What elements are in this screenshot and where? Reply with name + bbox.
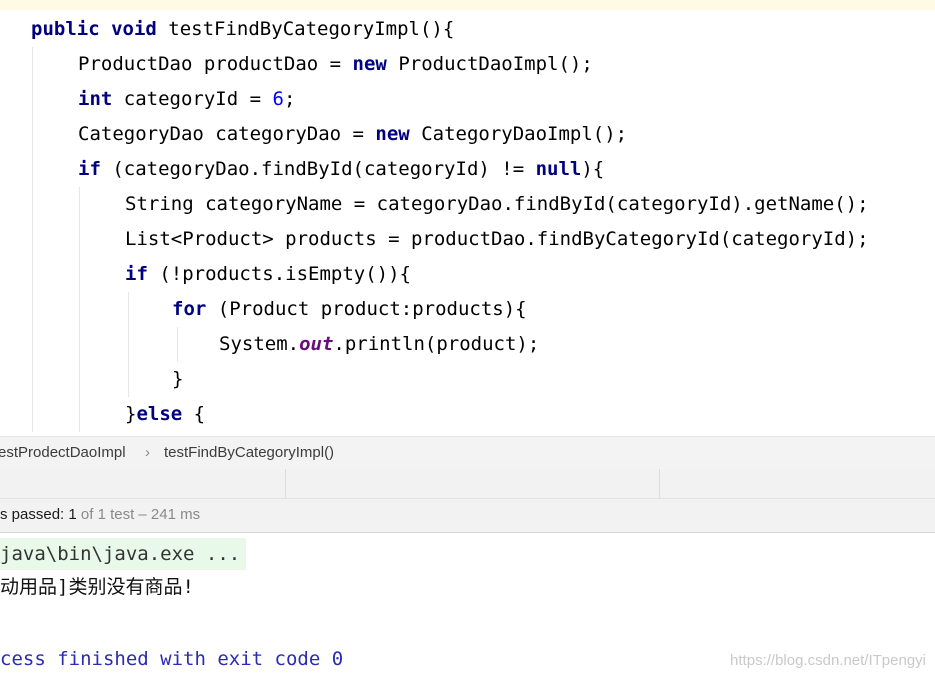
code-line[interactable]: ProductDao productDao = new ProductDaoIm… <box>78 47 593 82</box>
console-command-line[interactable]: java\bin\java.exe ... <box>0 538 247 570</box>
indent-guide <box>128 292 129 397</box>
tests-summary: of 1 test – 241 ms <box>76 506 201 523</box>
code-token: } <box>172 368 184 390</box>
run-toolbar <box>0 469 935 499</box>
current-line-highlight: @Test <box>0 0 935 10</box>
console-output[interactable]: java\bin\java.exe ... 动用品]类别没有商品! cess f… <box>0 533 935 677</box>
breadcrumb-class[interactable]: estProdectDaoImpl <box>0 437 126 468</box>
tests-passed-count: 1 <box>68 506 77 523</box>
static-field-token: out <box>299 333 334 355</box>
indent-guide <box>79 187 80 432</box>
code-line[interactable]: } <box>172 362 183 397</box>
console-exit-line: cess finished with exit code 0 <box>0 648 344 670</box>
code-line[interactable]: for (Product product:products){ <box>172 292 527 327</box>
code-token: String categoryName = categoryDao.findBy… <box>125 193 869 215</box>
code-line[interactable]: }else { <box>125 397 205 432</box>
keyword-token: for <box>172 298 207 320</box>
code-line[interactable]: System.out.println(product); <box>219 327 539 362</box>
code-token: ProductDao productDao = <box>78 53 353 75</box>
breadcrumb: estProdectDaoImpl › testFindByCategoryIm… <box>0 436 935 470</box>
code-token: (categoryDao.findById(categoryId) != <box>100 158 536 180</box>
code-token: .println(product); <box>333 333 540 355</box>
code-line[interactable]: int categoryId = 6; <box>78 82 295 117</box>
indent-guide <box>177 327 178 362</box>
test-status-bar: s passed: 1 of 1 test – 241 ms <box>0 499 935 533</box>
code-line[interactable]: String categoryName = categoryDao.findBy… <box>125 187 869 222</box>
code-line[interactable]: if (categoryDao.findById(categoryId) != … <box>78 152 604 187</box>
code-token: CategoryDao categoryDao = <box>78 123 376 145</box>
code-token: List<Product> products = productDao.find… <box>125 228 869 250</box>
code-line[interactable]: if (!products.isEmpty()){ <box>125 257 411 292</box>
code-token: } <box>125 403 137 425</box>
code-token: System. <box>219 333 300 355</box>
toolbar-segment-middle <box>285 469 660 498</box>
keyword-token: void <box>111 18 157 40</box>
keyword-token: new <box>352 53 387 75</box>
code-token: (Product product:products){ <box>206 298 527 320</box>
code-line[interactable]: List<Product> products = productDao.find… <box>125 222 869 257</box>
indent-guide <box>32 47 33 432</box>
code-editor[interactable]: @Test public void testFindByCategoryImpl… <box>0 0 935 436</box>
keyword-token: public <box>31 18 100 40</box>
code-line[interactable]: CategoryDao categoryDao = new CategoryDa… <box>78 117 627 152</box>
keyword-token: int <box>78 88 113 110</box>
watermark: https://blog.csdn.net/ITpengyi <box>730 652 926 669</box>
console-output-line: 动用品]类别没有商品! <box>0 576 194 598</box>
keyword-token: if <box>125 263 148 285</box>
code-token: ProductDaoImpl(); <box>386 53 593 75</box>
tests-passed-label: s passed: <box>0 506 69 523</box>
code-token: { <box>182 403 206 425</box>
code-token: ){ <box>581 158 605 180</box>
annotation-fragment: @Test <box>30 0 87 9</box>
keyword-token: else <box>136 403 183 425</box>
keyword-token: null <box>535 158 582 180</box>
number-token: 6 <box>272 88 284 110</box>
chevron-right-icon: › <box>145 444 150 461</box>
code-token: testFindByCategoryImpl(){ <box>156 18 455 40</box>
code-line[interactable]: public void testFindByCategoryImpl(){ <box>31 12 454 47</box>
toolbar-segment-left <box>0 469 286 498</box>
code-token: ; <box>283 88 296 110</box>
code-token: (!products.isEmpty()){ <box>147 263 411 285</box>
keyword-token: new <box>375 123 410 145</box>
keyword-token: if <box>78 158 101 180</box>
code-token: CategoryDaoImpl(); <box>409 123 628 145</box>
code-token: categoryId = <box>112 88 273 110</box>
breadcrumb-method[interactable]: testFindByCategoryImpl() <box>164 437 334 468</box>
